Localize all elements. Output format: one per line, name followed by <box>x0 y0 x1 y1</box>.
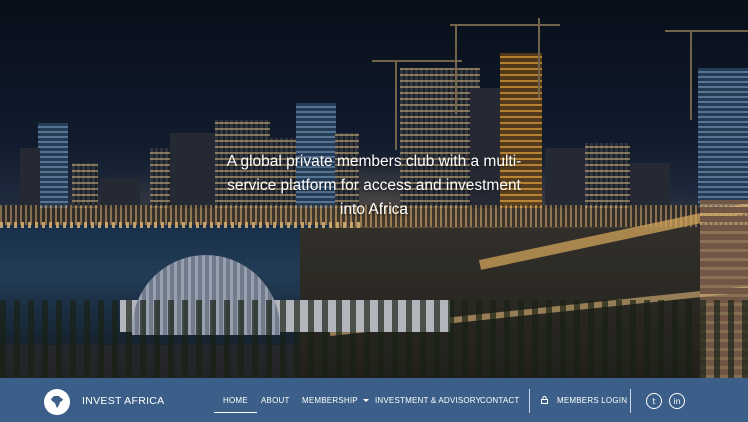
nav-home[interactable]: HOME <box>214 396 257 413</box>
nav-about[interactable]: ABOUT <box>261 396 290 405</box>
chevron-down-icon <box>362 399 369 403</box>
lock-icon <box>541 396 548 404</box>
linkedin-icon[interactable]: in <box>669 393 685 409</box>
africa-globe-icon[interactable] <box>44 389 70 415</box>
nav-divider <box>529 389 530 413</box>
nav-investment-advisory[interactable]: INVESTMENT & ADVISORY <box>375 396 481 405</box>
nav-membership[interactable]: MEMBERSHIP <box>302 396 369 405</box>
brand-name[interactable]: INVEST AFRICA <box>82 395 164 407</box>
nav-contact[interactable]: CONTACT <box>480 396 519 405</box>
hero-tagline: A global private members club with a mul… <box>226 153 522 218</box>
nav-divider <box>630 389 631 413</box>
twitter-icon[interactable]: t <box>646 393 662 409</box>
members-login-link[interactable]: MEMBERS LOGIN <box>557 396 627 405</box>
nav-membership-label: MEMBERSHIP <box>302 396 358 405</box>
